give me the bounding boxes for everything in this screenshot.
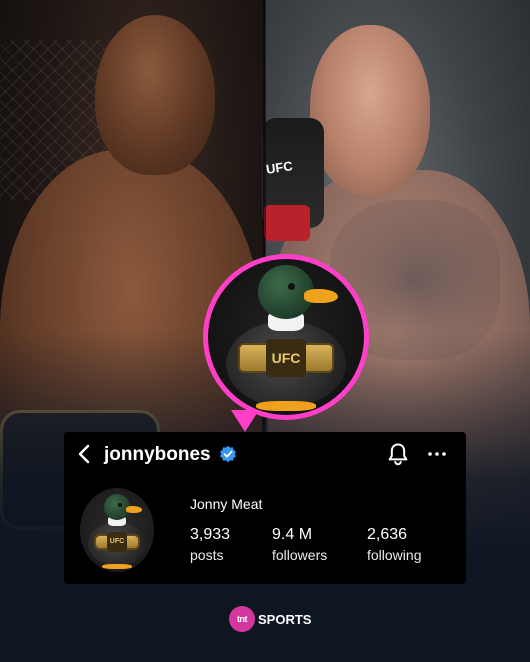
duck-eye: [288, 283, 295, 290]
profile-avatar[interactable]: UFC: [80, 488, 154, 572]
avatar-duck-belt-plate: UFC: [107, 532, 127, 552]
stat-followers[interactable]: 9.4 M followers: [272, 526, 327, 563]
back-arrow-icon[interactable]: [74, 443, 96, 465]
stat-label: posts: [190, 547, 224, 563]
profile-header: jonnybones: [64, 432, 466, 476]
avatar-duck-eye: [118, 503, 122, 507]
brand-name: SPORTS: [258, 611, 312, 627]
profile-card: jonnybones UFC Jonny Meat 3,933 posts 9.…: [64, 432, 466, 584]
left-fighter-head: [95, 15, 215, 175]
avatar-bubble: UFC: [203, 254, 369, 420]
stat-following[interactable]: 2,636 following: [367, 526, 421, 563]
stat-value: 3,933: [190, 526, 231, 543]
bell-icon[interactable]: [387, 442, 409, 466]
duck-feet: [256, 401, 316, 411]
avatar-duck-feet: [102, 564, 132, 569]
username: jonnybones: [104, 444, 211, 465]
duck-belt-plate: UFC: [266, 339, 306, 377]
right-fighter-head: [310, 25, 430, 195]
duck-beak: [304, 289, 338, 303]
tnt-logo-mark: tnt: [229, 606, 255, 632]
stat-label: following: [367, 547, 422, 563]
glove-band: [264, 205, 310, 241]
verified-badge-icon: [220, 445, 236, 463]
stat-value: 2,636: [367, 526, 408, 543]
more-options-icon[interactable]: [427, 444, 447, 464]
stat-value: 9.4 M: [272, 526, 313, 543]
display-name: Jonny Meat: [190, 496, 263, 512]
avatar-duck-beak: [126, 506, 142, 513]
tnt-sports-logo: tnt SPORTS: [229, 606, 311, 632]
stat-label: followers: [272, 547, 328, 563]
stat-posts[interactable]: 3,933 posts: [190, 526, 230, 563]
duck-avatar-large: UFC: [208, 259, 364, 415]
